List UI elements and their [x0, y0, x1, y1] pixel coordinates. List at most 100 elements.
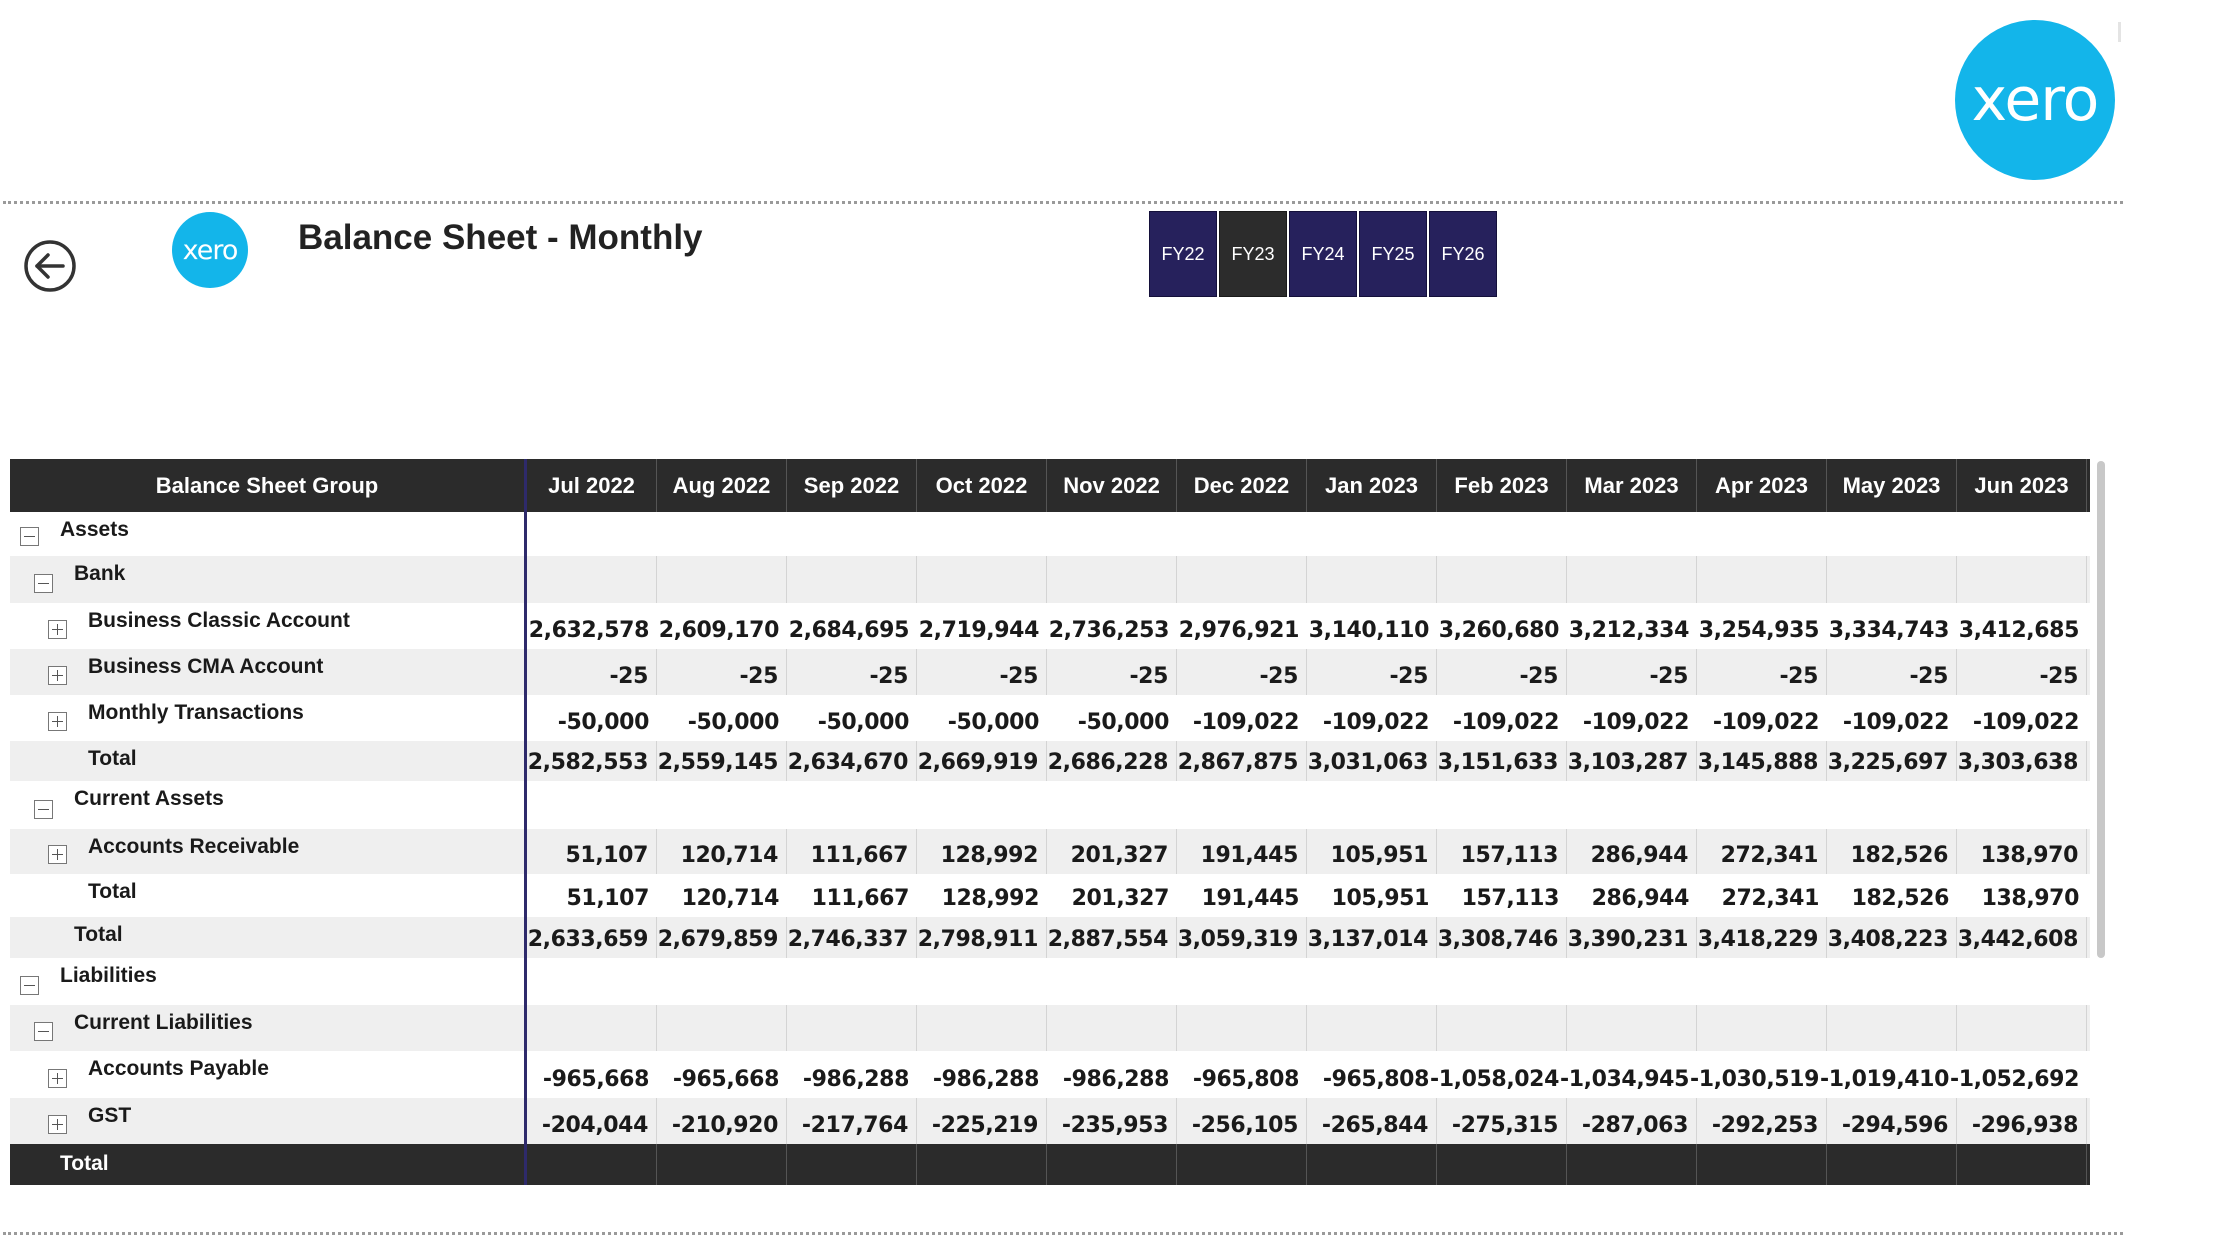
value-cell [917, 958, 1047, 1005]
value-cell: 286,944 [1591, 886, 1690, 911]
column-header[interactable]: Dec 2022 [1177, 459, 1307, 512]
expand-icon[interactable] [48, 666, 67, 685]
value-cell [1827, 512, 1957, 556]
value-cell: -109,022 [1322, 710, 1430, 735]
value-cell: -50,000 [947, 710, 1040, 735]
row-label: Total [88, 880, 137, 903]
value-cell: 157,113 [1437, 829, 1567, 874]
footer-row-header: Total [10, 1144, 527, 1185]
value-cell: 2,976,921 [1178, 618, 1300, 643]
value-cell [527, 556, 657, 603]
column-header[interactable]: May 2023 [1827, 459, 1957, 512]
value-cell [1047, 1005, 1177, 1051]
value-cell [1307, 556, 1437, 603]
collapse-icon[interactable] [34, 1022, 53, 1041]
column-header[interactable]: Jul 2022 [527, 459, 657, 512]
column-header[interactable]: Jan 2023 [1307, 459, 1437, 512]
value-cell: 3,145,888 [1697, 741, 1827, 781]
expand-icon[interactable] [48, 712, 67, 731]
value-cell: 2,559,145 [657, 741, 787, 781]
fy-button-fy23[interactable]: FY23 [1219, 211, 1287, 297]
value-cell: -50,000 [817, 710, 910, 735]
value-cell [1827, 1005, 1957, 1051]
column-header[interactable]: Nov 2022 [1047, 459, 1177, 512]
expand-icon[interactable] [48, 1069, 67, 1088]
value-cell [1177, 556, 1307, 603]
matrix-scrollbar[interactable] [2097, 461, 2105, 958]
column-header[interactable]: Apr 2023 [1697, 459, 1827, 512]
value-cell [657, 512, 787, 556]
column-header[interactable]: Feb 2023 [1437, 459, 1567, 512]
footer-value-cell [917, 1144, 1047, 1185]
expand-icon[interactable] [48, 620, 67, 639]
fy-button-fy26[interactable]: FY26 [1429, 211, 1497, 297]
value-cell [1697, 512, 1827, 556]
collapse-icon[interactable] [34, 800, 53, 819]
value-cell: 2,669,919 [917, 741, 1047, 781]
value-cell: 2,632,578 [528, 618, 650, 643]
value-cell: 105,951 [1331, 886, 1430, 911]
value-cell [1697, 781, 1827, 829]
fy-button-fy24[interactable]: FY24 [1289, 211, 1357, 297]
expand-icon[interactable] [48, 1115, 67, 1134]
collapse-icon[interactable] [20, 976, 39, 995]
column-header[interactable]: Aug 2022 [657, 459, 787, 512]
collapse-icon[interactable] [20, 527, 39, 546]
value-cell: -1,019,410 [1820, 1067, 1949, 1092]
value-cell: 3,260,680 [1438, 618, 1560, 643]
value-cell: 2,634,670 [787, 741, 917, 781]
value-cell: 3,308,746 [1437, 917, 1567, 958]
value-cell: 3,418,229 [1697, 917, 1827, 958]
footer-value-cell [1827, 1144, 1957, 1185]
value-cell: 272,341 [1697, 829, 1827, 874]
row-label: Current Liabilities [74, 1011, 253, 1034]
collapse-icon[interactable] [34, 574, 53, 593]
value-cell: -25 [657, 649, 787, 695]
value-cell: -287,063 [1567, 1098, 1697, 1144]
row-label: Bank [74, 562, 126, 585]
value-cell [917, 512, 1047, 556]
row-label: Accounts Receivable [88, 835, 300, 858]
value-cell [1177, 958, 1307, 1005]
row-header: Total [10, 917, 527, 958]
value-cell [1697, 1005, 1827, 1051]
footer-value-cell [1567, 1144, 1697, 1185]
back-button[interactable] [22, 238, 78, 294]
column-header[interactable]: Mar 2023 [1567, 459, 1697, 512]
matrix-row: Assets [10, 512, 2090, 556]
value-cell: 3,254,935 [1698, 618, 1820, 643]
footer-value-cell [1047, 1144, 1177, 1185]
group-column-header[interactable]: Balance Sheet Group [10, 459, 527, 512]
value-cell: -109,022 [1582, 710, 1690, 735]
value-cell [1307, 781, 1437, 829]
value-cell [1957, 1005, 2087, 1051]
value-cell [787, 556, 917, 603]
expand-icon[interactable] [48, 845, 67, 864]
column-header[interactable]: Sep 2022 [787, 459, 917, 512]
value-cell: 111,667 [811, 886, 910, 911]
footer-value-cell [1437, 1144, 1567, 1185]
value-cell: 2,679,859 [657, 917, 787, 958]
value-cell: -50,000 [1077, 710, 1170, 735]
fy-button-fy22[interactable]: FY22 [1149, 211, 1217, 297]
value-cell: 191,445 [1177, 829, 1307, 874]
column-header[interactable]: Jun 2023 [1957, 459, 2087, 512]
fy-button-fy25[interactable]: FY25 [1359, 211, 1427, 297]
row-header: Total [10, 874, 527, 917]
value-cell [787, 958, 917, 1005]
column-header[interactable]: Oct 2022 [917, 459, 1047, 512]
value-cell [1957, 958, 2087, 1005]
value-cell [787, 1005, 917, 1051]
value-cell [527, 1005, 657, 1051]
fiscal-year-slicer: FY22 FY23 FY24 FY25 FY26 [1149, 211, 1499, 297]
value-cell: 3,442,608 [1957, 917, 2087, 958]
value-cell [1567, 781, 1697, 829]
row-header: Accounts Receivable [10, 829, 527, 874]
value-cell: -1,052,692 [1950, 1067, 2079, 1092]
value-cell: 138,970 [1981, 886, 2080, 911]
value-cell [1697, 556, 1827, 603]
value-cell: 51,107 [527, 829, 657, 874]
value-cell: -292,253 [1697, 1098, 1827, 1144]
xero-logo-small-text: xero [182, 234, 239, 266]
value-cell: -25 [1437, 649, 1567, 695]
